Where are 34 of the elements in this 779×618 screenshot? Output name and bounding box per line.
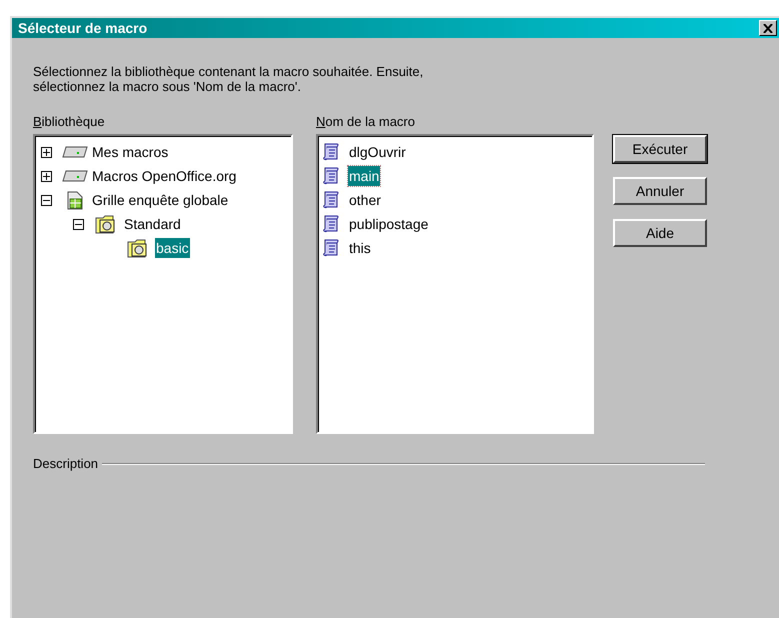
- tree-item[interactable]: Standard: [123, 214, 182, 234]
- scroll-icon: [322, 238, 340, 258]
- scroll-icon: [322, 142, 340, 162]
- macro-item[interactable]: other: [348, 190, 382, 210]
- macro-name-label: Nom de la macro: [316, 114, 416, 131]
- collapse-icon[interactable]: [73, 218, 84, 230]
- macro-item[interactable]: dlgOuvrir: [348, 142, 407, 162]
- expand-icon[interactable]: [41, 146, 52, 158]
- dialog-button[interactable]: Aide: [613, 219, 707, 247]
- tree-item[interactable]: Macros OpenOffice.org: [91, 166, 238, 186]
- close-icon: [763, 24, 773, 32]
- scroll-icon: [322, 214, 340, 234]
- spreadsheet-icon: [65, 190, 85, 210]
- close-button[interactable]: [759, 20, 777, 36]
- macro-list[interactable]: dlgOuvrir main other publipostage this: [316, 134, 594, 434]
- scroll-icon: [322, 190, 340, 210]
- tree-item[interactable]: Grille enquête globale: [91, 190, 230, 210]
- tree-item[interactable]: basic: [155, 238, 190, 258]
- collapse-icon[interactable]: [41, 194, 52, 206]
- scroll-icon: [322, 166, 340, 186]
- drive-icon: [62, 146, 88, 158]
- window-title: Sélecteur de macro: [18, 21, 148, 35]
- instructions-text: Sélectionnez la bibliothèque contenant la macro souhaitée. Ensuite, sélectionnez la macro sous 'Nom de la macro'.: [33, 64, 424, 94]
- macro-item[interactable]: publipostage: [348, 214, 430, 234]
- dialog-button[interactable]: Annuler: [613, 177, 707, 205]
- description-label: Description: [33, 455, 100, 473]
- macro-item[interactable]: this: [348, 238, 372, 258]
- expand-icon[interactable]: [41, 170, 52, 182]
- macro-item[interactable]: main: [348, 166, 380, 186]
- dialog-button[interactable]: Exécuter: [613, 135, 707, 163]
- library-tree[interactable]: Mes macros Macros OpenOffice.org Grille enquête globale Standard basic: [33, 134, 293, 434]
- drive-icon: [62, 170, 88, 182]
- library-label: Bibliothèque: [33, 114, 106, 131]
- tree-item[interactable]: Mes macros: [91, 142, 170, 162]
